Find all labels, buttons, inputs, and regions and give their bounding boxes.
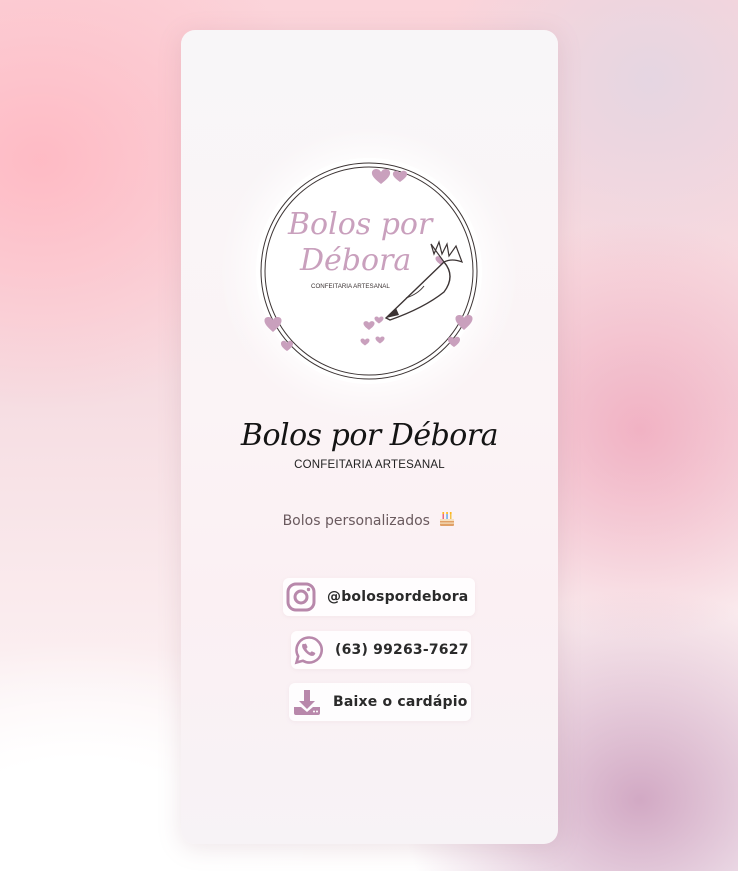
tagline: Bolos personalizados xyxy=(181,510,558,531)
instagram-link[interactable]: @bolospordebora xyxy=(283,578,475,616)
page-subtitle: CONFEITARIA ARTESANAL xyxy=(294,459,445,471)
birthday-cake-icon xyxy=(438,510,456,531)
logo-emblem: Bolos por Débora CONFEITARIA ARTESANAL xyxy=(260,162,478,380)
whatsapp-link[interactable]: (63) 99263-7627 xyxy=(291,631,471,669)
download-menu-link[interactable]: Baixe o cardápio xyxy=(289,683,471,721)
instagram-icon xyxy=(285,581,317,613)
phone-number: (63) 99263-7627 xyxy=(335,642,469,658)
download-icon xyxy=(291,686,323,718)
tagline-text: Bolos personalizados xyxy=(282,513,430,529)
whatsapp-icon xyxy=(293,634,325,666)
instagram-handle: @bolospordebora xyxy=(327,589,469,605)
logo-script-line1: Bolos por xyxy=(287,207,434,242)
profile-card: Bolos por Débora CONFEITARIA ARTESANAL B… xyxy=(181,30,558,844)
logo-script-line2: Débora xyxy=(299,243,411,278)
download-menu-label: Baixe o cardápio xyxy=(333,694,468,710)
logo-small-text: CONFEITARIA ARTESANAL xyxy=(311,283,390,290)
page-title: Bolos por Débora xyxy=(240,418,499,453)
logo: Bolos por Débora CONFEITARIA ARTESANAL xyxy=(256,158,482,384)
